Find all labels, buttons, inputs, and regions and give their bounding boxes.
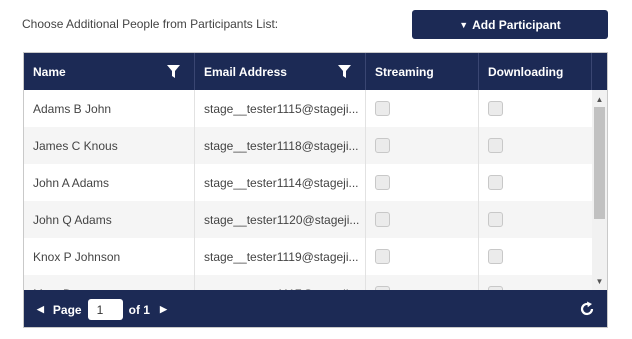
- column-header-downloading-label: Downloading: [488, 64, 564, 79]
- scroll-down-icon[interactable]: ▼: [592, 274, 607, 288]
- cell-streaming: [366, 201, 479, 238]
- vertical-scrollbar[interactable]: ▲ ▼: [592, 90, 607, 290]
- pager-bar: ◀ Page of 1 ▶: [24, 290, 607, 327]
- page-count-label: of 1: [128, 302, 150, 317]
- cell-downloading: [479, 201, 592, 238]
- participants-grid: Name Email Address Streaming Downloading…: [23, 52, 608, 328]
- page-label: Page: [52, 302, 82, 317]
- cell-downloading: [479, 238, 592, 275]
- cell-streaming: [366, 90, 479, 127]
- streaming-checkbox[interactable]: [375, 138, 390, 153]
- cell-streaming: [366, 238, 479, 275]
- column-header-name-label: Name: [33, 64, 66, 79]
- cell-email: stage__tester1114@stageji...: [195, 164, 366, 201]
- column-header-streaming[interactable]: Streaming: [366, 53, 479, 90]
- cell-name: James C Knous: [24, 127, 195, 164]
- cell-downloading: [479, 90, 592, 127]
- filter-icon[interactable]: [167, 65, 180, 78]
- cell-downloading: [479, 275, 592, 290]
- cell-name: John Q Adams: [24, 201, 195, 238]
- next-page-icon[interactable]: ▶: [160, 304, 167, 315]
- column-header-email-label: Email Address: [204, 64, 287, 79]
- page-number-input[interactable]: [87, 299, 123, 320]
- downloading-checkbox[interactable]: [488, 212, 503, 227]
- downloading-checkbox[interactable]: [488, 138, 503, 153]
- cell-name: Mary Doe: [24, 275, 195, 290]
- downloading-checkbox[interactable]: [488, 249, 503, 264]
- chevron-down-icon: ▼: [459, 19, 469, 30]
- cell-email: stage__tester1119@stageji...: [195, 238, 366, 275]
- cell-downloading: [479, 164, 592, 201]
- cell-email: stage__tester1115@stageji...: [195, 90, 366, 127]
- table-row[interactable]: Adams B John stage__tester1115@stageji..…: [24, 90, 592, 127]
- table-row[interactable]: John Q Adams stage__tester1120@stageji..…: [24, 201, 592, 238]
- column-header-streaming-label: Streaming: [375, 64, 434, 79]
- table-row[interactable]: Mary Doe stage__tester1117@stageji...: [24, 275, 592, 290]
- header-filler: [592, 53, 607, 90]
- scroll-up-icon[interactable]: ▲: [592, 92, 607, 106]
- cell-name: Adams B John: [24, 90, 195, 127]
- downloading-checkbox[interactable]: [488, 101, 503, 116]
- streaming-checkbox[interactable]: [375, 175, 390, 190]
- cell-streaming: [366, 127, 479, 164]
- scrollbar-thumb[interactable]: [594, 107, 605, 219]
- column-header-name[interactable]: Name: [24, 53, 195, 90]
- table-row[interactable]: James C Knous stage__tester1118@stageji.…: [24, 127, 592, 164]
- grid-header: Name Email Address Streaming Downloading: [24, 53, 607, 90]
- cell-email: stage__tester1120@stageji...: [195, 201, 366, 238]
- table-row[interactable]: Knox P Johnson stage__tester1119@stageji…: [24, 238, 592, 275]
- streaming-checkbox[interactable]: [375, 249, 390, 264]
- cell-email: stage__tester1117@stageji...: [195, 275, 366, 290]
- refresh-icon[interactable]: [579, 301, 595, 317]
- add-participant-button[interactable]: ▼ Add Participant: [412, 10, 608, 39]
- filter-icon[interactable]: [338, 65, 351, 78]
- participants-prompt: Choose Additional People from Participan…: [22, 17, 279, 31]
- add-participant-label: Add Participant: [472, 17, 561, 32]
- streaming-checkbox[interactable]: [375, 101, 390, 116]
- cell-email: stage__tester1118@stageji...: [195, 127, 366, 164]
- grid-body: Adams B John stage__tester1115@stageji..…: [24, 90, 592, 290]
- cell-name: John A Adams: [24, 164, 195, 201]
- column-header-downloading[interactable]: Downloading: [479, 53, 592, 90]
- cell-name: Knox P Johnson: [24, 238, 195, 275]
- cell-streaming: [366, 164, 479, 201]
- previous-page-icon[interactable]: ◀: [37, 304, 44, 315]
- downloading-checkbox[interactable]: [488, 175, 503, 190]
- table-row[interactable]: John A Adams stage__tester1114@stageji..…: [24, 164, 592, 201]
- column-header-email[interactable]: Email Address: [195, 53, 366, 90]
- cell-downloading: [479, 127, 592, 164]
- cell-streaming: [366, 275, 479, 290]
- streaming-checkbox[interactable]: [375, 212, 390, 227]
